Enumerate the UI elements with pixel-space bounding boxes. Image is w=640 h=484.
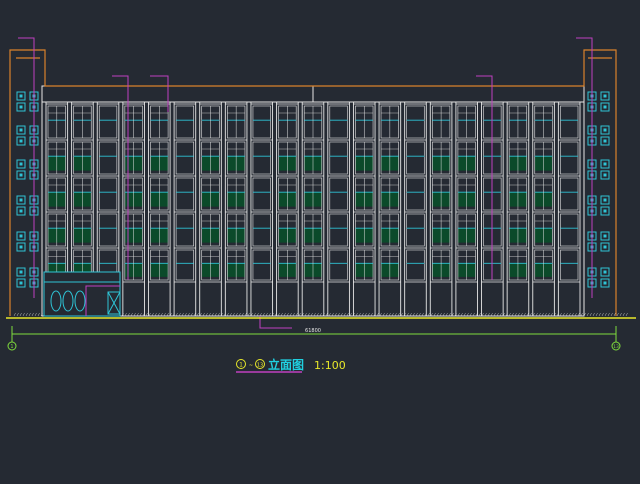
base-hatch bbox=[604, 312, 607, 317]
base-hatch bbox=[586, 312, 589, 317]
tower-window-pane bbox=[603, 245, 607, 249]
base-hatch bbox=[25, 312, 28, 317]
tower-window-pane bbox=[19, 245, 23, 249]
right-tower-windows bbox=[587, 91, 610, 288]
tower-window-pane bbox=[603, 105, 607, 109]
base-hatch bbox=[592, 312, 595, 317]
tower-window-pane bbox=[19, 173, 23, 177]
window-frame bbox=[329, 105, 348, 139]
tower-window-pane bbox=[603, 173, 607, 177]
tower-window-pane bbox=[603, 234, 607, 238]
window-frame bbox=[329, 141, 348, 175]
base-hatch bbox=[622, 312, 625, 317]
window-frame bbox=[329, 249, 348, 281]
tower-window-pane bbox=[603, 128, 607, 132]
axis-dimension: 61800 1 13 bbox=[7, 326, 621, 351]
window-frame bbox=[560, 213, 579, 247]
base-hatch bbox=[625, 312, 628, 317]
base-hatch bbox=[610, 312, 613, 317]
title-text: 立面图 bbox=[268, 357, 304, 372]
window-frame bbox=[560, 105, 579, 139]
base-hatch bbox=[598, 312, 601, 317]
tower-window-pane bbox=[19, 281, 23, 285]
window-frame bbox=[98, 213, 118, 247]
window-frame bbox=[406, 249, 425, 281]
window-frame bbox=[406, 213, 425, 247]
base-hatch bbox=[607, 312, 610, 317]
window-frame bbox=[252, 141, 271, 175]
tower-window-pane bbox=[603, 209, 607, 213]
tower-window-pane bbox=[19, 234, 23, 238]
base-hatch bbox=[13, 312, 16, 317]
tower-window-pane bbox=[19, 105, 23, 109]
window-frame bbox=[252, 213, 271, 247]
tower-window-pane bbox=[19, 139, 23, 143]
window-frame bbox=[98, 177, 118, 211]
base-hatch bbox=[601, 312, 604, 317]
title-axis-range: ~ bbox=[249, 363, 253, 369]
base-hatch bbox=[595, 312, 598, 317]
base-hatch bbox=[28, 312, 31, 317]
window-frame bbox=[252, 105, 271, 139]
window-frame bbox=[560, 177, 579, 211]
tower-window-pane bbox=[19, 198, 23, 202]
axis-end-label: 13 bbox=[613, 344, 619, 350]
leader-bay-3 bbox=[150, 75, 169, 112]
base-hatch bbox=[31, 312, 34, 317]
title-scale: 1:100 bbox=[314, 359, 346, 372]
title-start-axis: 1 bbox=[239, 362, 243, 369]
window-frame bbox=[406, 105, 425, 139]
window-frame bbox=[560, 141, 579, 175]
tower-window-pane bbox=[603, 281, 607, 285]
window-frame bbox=[406, 141, 425, 175]
base-hatch bbox=[37, 312, 40, 317]
drawing-title: 1 ~ 13 立面图 1:100 bbox=[236, 357, 346, 373]
base-hatch bbox=[613, 312, 616, 317]
window-frame bbox=[560, 249, 579, 281]
elevation-svg: 61800 1 13 1 ~ 13 立面图 1:100 bbox=[6, 37, 636, 373]
window-frame bbox=[329, 213, 348, 247]
window-frame bbox=[98, 105, 118, 139]
entrance bbox=[43, 271, 121, 317]
title-end-axis: 13 bbox=[257, 363, 263, 369]
tower-window-pane bbox=[19, 270, 23, 274]
axis-start-label: 1 bbox=[10, 344, 13, 350]
tower-window-pane bbox=[603, 94, 607, 98]
window-frame bbox=[175, 213, 195, 247]
window-frame bbox=[98, 141, 118, 175]
base-hatch bbox=[16, 312, 19, 317]
tower-window-pane bbox=[19, 128, 23, 132]
tower-window-pane bbox=[603, 162, 607, 166]
base-hatch bbox=[19, 312, 22, 317]
base-hatch bbox=[616, 312, 619, 317]
window-frame bbox=[252, 177, 271, 211]
tower-window-pane bbox=[603, 139, 607, 143]
left-tower-windows bbox=[16, 91, 39, 288]
base-hatch bbox=[34, 312, 37, 317]
base-hatch bbox=[22, 312, 25, 317]
total-dimension-text: 61800 bbox=[305, 328, 321, 334]
tower-window-pane bbox=[19, 94, 23, 98]
tower-window-pane bbox=[603, 198, 607, 202]
window-frame bbox=[252, 249, 271, 281]
base-hatch bbox=[619, 312, 622, 317]
window-frame bbox=[175, 249, 195, 281]
tower-window-pane bbox=[19, 209, 23, 213]
elevation-drawing: 61800 1 13 1 ~ 13 立面图 1:100 bbox=[0, 0, 640, 480]
window-frame bbox=[406, 177, 425, 211]
window-frame bbox=[175, 177, 195, 211]
base-hatch bbox=[589, 312, 592, 317]
window-frame bbox=[329, 177, 348, 211]
tower-window-pane bbox=[603, 270, 607, 274]
tower-window-pane bbox=[19, 162, 23, 166]
window-frame bbox=[175, 105, 195, 139]
window-frame bbox=[175, 141, 195, 175]
